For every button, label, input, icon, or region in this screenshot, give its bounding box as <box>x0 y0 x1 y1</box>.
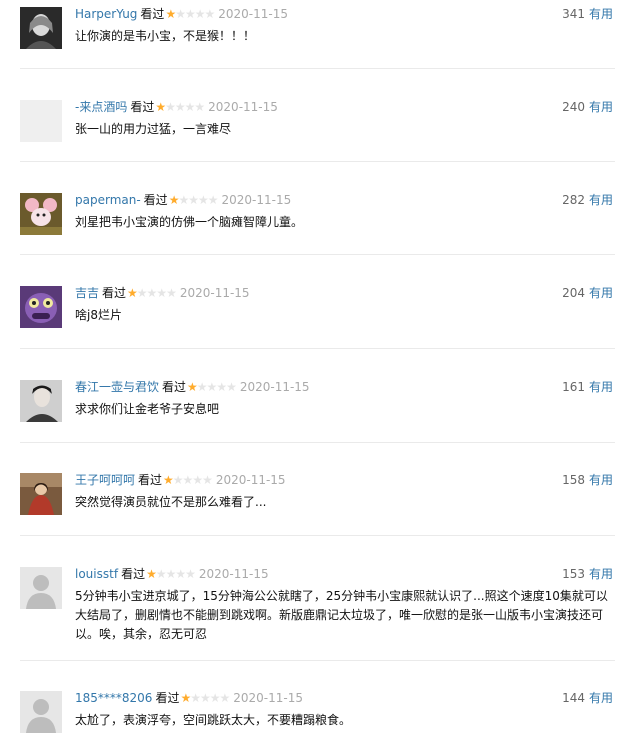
watched-label: 看过 <box>155 691 180 705</box>
vote-area: 282 有用 <box>562 193 613 207</box>
username-link[interactable]: louisstf <box>75 567 118 581</box>
comment-date: 2020-11-15 <box>179 286 250 300</box>
vote-count: 158 <box>562 473 585 487</box>
comment-date: 2020-11-15 <box>221 193 292 207</box>
vote-count: 341 <box>562 7 585 21</box>
rating-stars: ★★★★★ <box>187 380 237 394</box>
vote-count: 240 <box>562 100 585 114</box>
divider <box>20 535 615 536</box>
vote-count: 144 <box>562 691 585 705</box>
divider <box>20 161 615 162</box>
vote-area: 144 有用 <box>562 691 613 705</box>
divider <box>20 348 615 349</box>
useful-button[interactable]: 有用 <box>589 286 613 300</box>
comment-text: 5分钟韦小宝进京城了，15分钟海公公就瞎了，25分钟韦小宝康熙就认识了...照这… <box>75 589 608 641</box>
rating-stars: ★★★★★ <box>146 567 196 581</box>
comment-meta: 185****8206 看过★★★★★ 2020-11-15 <box>75 691 303 705</box>
vote-count: 282 <box>562 193 585 207</box>
rating-stars: ★★★★★ <box>155 100 205 114</box>
rating-stars: ★★★★★ <box>165 7 215 21</box>
comment-date: 2020-11-15 <box>208 100 278 114</box>
useful-button[interactable]: 有用 <box>589 7 613 21</box>
comment-date: 2020-11-15 <box>198 567 269 581</box>
divider <box>20 660 615 661</box>
username-link[interactable]: paperman- <box>75 193 141 207</box>
watched-label: 看过 <box>140 7 165 21</box>
comment-date: 2020-11-15 <box>233 691 304 705</box>
vote-area: 153 有用 <box>562 567 613 581</box>
comment-text: 求求你们让金老爷子安息吧 <box>75 402 220 416</box>
vote-count: 204 <box>562 286 585 300</box>
useful-button[interactable]: 有用 <box>589 473 613 487</box>
username-link[interactable]: -来点酒吗 <box>75 100 127 114</box>
comment-text: 啥j8烂片 <box>75 308 122 322</box>
username-link[interactable]: 春江一壶与君饮 <box>75 380 159 394</box>
username-link[interactable]: 王子呵呵呵 <box>75 473 135 487</box>
watched-label: 看过 <box>130 100 155 114</box>
divider <box>20 68 615 69</box>
comment-meta: 王子呵呵呵 看过★★★★★ 2020-11-15 <box>75 473 286 487</box>
watched-label: 看过 <box>143 193 168 207</box>
useful-button[interactable]: 有用 <box>589 380 613 394</box>
default-user-avatar[interactable] <box>20 691 62 733</box>
useful-button[interactable]: 有用 <box>589 100 613 114</box>
rating-stars: ★★★★★ <box>163 473 213 487</box>
comment-date: 2020-11-15 <box>218 7 288 21</box>
vote-count: 153 <box>562 567 585 581</box>
watched-label: 看过 <box>102 286 127 300</box>
comment-meta: -来点酒吗 看过★★★★★ 2020-11-15 <box>75 100 278 114</box>
portrait-woman-avatar[interactable] <box>20 7 62 49</box>
rating-stars: ★★★★★ <box>127 286 177 300</box>
comment-text: 突然觉得演员就位不是那么难看了... <box>75 495 267 509</box>
comment-text: 让你演的是韦小宝，不是猴！！！ <box>75 29 256 43</box>
comment-date: 2020-11-15 <box>215 473 286 487</box>
useful-button[interactable]: 有用 <box>589 567 613 581</box>
comment-text: 刘星把韦小宝演的仿佛一个脑瘫智障儿童。 <box>75 215 304 229</box>
vote-count: 161 <box>562 380 585 394</box>
portrait-man-avatar[interactable] <box>20 380 62 422</box>
comment-text: 张一山的用力过猛，一言难尽 <box>75 122 232 136</box>
comment-meta: 春江一壶与君饮 看过★★★★★ 2020-11-15 <box>75 380 310 394</box>
username-link[interactable]: 吉吉 <box>75 286 99 300</box>
watched-label: 看过 <box>138 473 163 487</box>
divider <box>20 254 615 255</box>
comment-text: 太尬了，表演浮夸，空间跳跃太大，不要糟蹋粮食。 <box>75 713 352 727</box>
comment-meta: paperman- 看过★★★★★ 2020-11-15 <box>75 193 291 207</box>
vote-area: 240 有用 <box>562 100 613 114</box>
default-user-avatar[interactable] <box>20 567 62 609</box>
blank-avatar[interactable] <box>20 100 62 142</box>
comment-meta: 吉吉 看过★★★★★ 2020-11-15 <box>75 286 250 300</box>
cartoon-mouse-avatar[interactable] <box>20 193 62 235</box>
red-figure-avatar[interactable] <box>20 473 62 515</box>
rating-stars: ★★★★★ <box>168 193 219 207</box>
rating-stars: ★★★★★ <box>180 691 230 705</box>
vote-area: 158 有用 <box>562 473 613 487</box>
purple-monster-avatar[interactable] <box>20 286 62 328</box>
username-link[interactable]: HarperYug <box>75 7 137 21</box>
comment-meta: HarperYug 看过★★★★★ 2020-11-15 <box>75 7 288 21</box>
divider <box>20 442 615 443</box>
comment-date: 2020-11-15 <box>239 380 310 394</box>
watched-label: 看过 <box>162 380 187 394</box>
useful-button[interactable]: 有用 <box>589 691 613 705</box>
vote-area: 204 有用 <box>562 286 613 300</box>
comment-meta: louisstf 看过★★★★★ 2020-11-15 <box>75 567 269 581</box>
username-link[interactable]: 185****8206 <box>75 691 152 705</box>
vote-area: 161 有用 <box>562 380 613 394</box>
watched-label: 看过 <box>121 567 146 581</box>
vote-area: 341 有用 <box>562 7 613 21</box>
useful-button[interactable]: 有用 <box>589 193 613 207</box>
